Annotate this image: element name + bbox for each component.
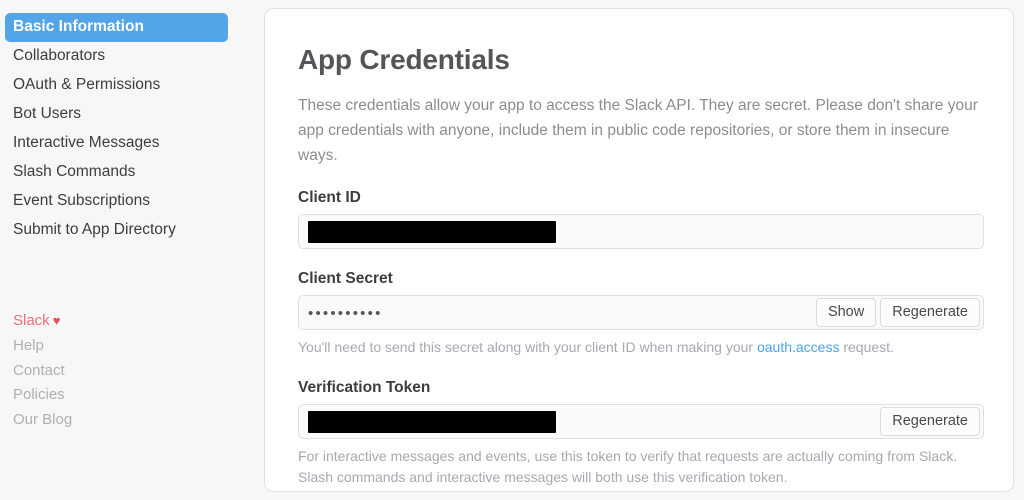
footer-link-our-blog[interactable]: Our Blog bbox=[13, 408, 248, 433]
client-secret-helper-prefix: You'll need to send this secret along wi… bbox=[298, 339, 757, 355]
footer-link-policies[interactable]: Policies bbox=[13, 383, 248, 408]
verification-token-helper-text: For interactive messages and events, use… bbox=[298, 446, 981, 488]
client-secret-helper-text: You'll need to send this secret along wi… bbox=[298, 337, 981, 358]
show-secret-button[interactable]: Show bbox=[815, 298, 877, 327]
verification-token-helper-line1: For interactive messages and events, use… bbox=[298, 448, 958, 464]
oauth-access-link[interactable]: oauth.access bbox=[757, 339, 840, 355]
sidebar-item-bot-users[interactable]: Bot Users bbox=[5, 100, 228, 129]
client-secret-masked-value: •••••••••• bbox=[308, 305, 383, 322]
verification-token-helper-line2: Slash commands and interactive messages … bbox=[298, 469, 788, 485]
regenerate-secret-button[interactable]: Regenerate bbox=[880, 298, 980, 327]
verification-token-label: Verification Token bbox=[298, 379, 431, 396]
sidebar-nav: Basic Information Collaborators OAuth & … bbox=[0, 13, 248, 245]
client-id-label: Client ID bbox=[298, 189, 361, 206]
client-secret-input[interactable]: •••••••••• Show Regenerate bbox=[298, 295, 984, 330]
sidebar-item-oauth-permissions[interactable]: OAuth & Permissions bbox=[5, 71, 228, 100]
sidebar-footer: Slack ♥ Help Contact Policies Our Blog bbox=[0, 310, 248, 432]
sidebar-item-event-subscriptions[interactable]: Event Subscriptions bbox=[5, 187, 228, 216]
verification-token-input[interactable]: Regenerate bbox=[298, 404, 984, 439]
footer-link-help[interactable]: Help bbox=[13, 334, 248, 359]
app-credentials-card: App Credentials These credentials allow … bbox=[264, 8, 1014, 492]
verification-token-redaction-bar bbox=[308, 410, 556, 433]
client-id-redaction-bar bbox=[308, 220, 556, 243]
client-secret-actions: Show Regenerate bbox=[815, 298, 980, 327]
sidebar-item-interactive-messages[interactable]: Interactive Messages bbox=[5, 129, 228, 158]
regenerate-token-button[interactable]: Regenerate bbox=[880, 407, 980, 436]
app-credentials-page: Basic Information Collaborators OAuth & … bbox=[0, 0, 1024, 500]
sidebar-item-submit-to-app-directory[interactable]: Submit to App Directory bbox=[5, 216, 228, 245]
client-id-input[interactable] bbox=[298, 214, 984, 249]
heart-icon: ♥ bbox=[52, 313, 61, 328]
sidebar: Basic Information Collaborators OAuth & … bbox=[0, 0, 248, 500]
sidebar-item-slash-commands[interactable]: Slash Commands bbox=[5, 158, 228, 187]
sidebar-item-collaborators[interactable]: Collaborators bbox=[5, 42, 228, 71]
slack-brand-label: Slack bbox=[13, 312, 50, 329]
footer-link-contact[interactable]: Contact bbox=[13, 359, 248, 384]
client-secret-helper-suffix: request. bbox=[839, 339, 894, 355]
sidebar-item-basic-information[interactable]: Basic Information bbox=[5, 13, 228, 42]
slack-brand-link[interactable]: Slack ♥ bbox=[13, 310, 248, 331]
verification-token-actions: Regenerate bbox=[880, 407, 980, 436]
page-title: App Credentials bbox=[298, 44, 510, 75]
credentials-description: These credentials allow your app to acce… bbox=[298, 97, 978, 164]
client-secret-label: Client Secret bbox=[298, 270, 393, 287]
